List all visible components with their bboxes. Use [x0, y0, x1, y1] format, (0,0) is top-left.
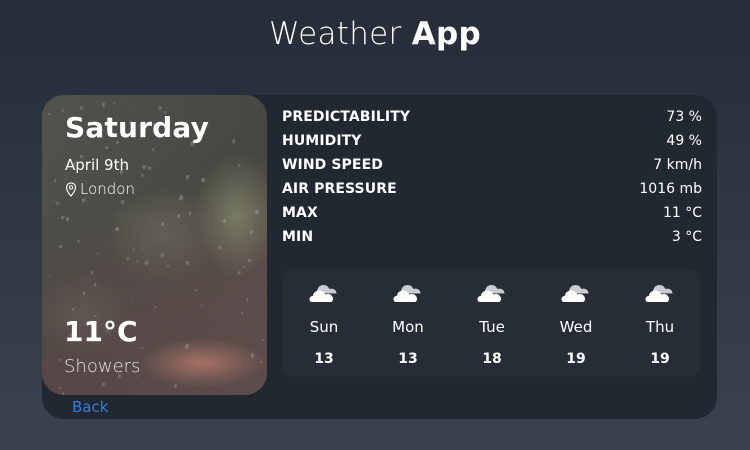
- forecast-day: Wed 19: [534, 269, 618, 377]
- stat-label: WIND SPEED: [282, 157, 383, 173]
- forecast-day: Sun 13: [282, 269, 366, 377]
- location-pin-icon: [65, 181, 77, 197]
- current-temperature: 11°C: [64, 315, 138, 348]
- stat-label: MIN: [282, 229, 314, 245]
- app-title-bold: App: [411, 16, 482, 52]
- stat-value: 3 °C: [671, 229, 702, 245]
- stat-value: 49 %: [666, 133, 702, 149]
- app-title-light: Weather: [268, 16, 402, 52]
- forecast-day-temp: 13: [314, 351, 334, 367]
- forecast-day: Tue 18: [450, 269, 534, 377]
- stat-air-pressure: AIR PRESSURE 1016 mb: [282, 177, 702, 201]
- stat-wind-speed: WIND SPEED 7 km/h: [282, 153, 702, 177]
- current-date: April 9th: [65, 156, 129, 174]
- current-location: London: [65, 180, 135, 198]
- stat-value: 73 %: [666, 109, 702, 125]
- forecast-day-temp: 19: [566, 351, 586, 367]
- stat-max: MAX 11 °C: [282, 201, 702, 225]
- current-day: Saturday: [65, 111, 210, 144]
- forecast-day: Mon 13: [366, 269, 450, 377]
- cloud-icon: [561, 285, 589, 302]
- stat-value: 11 °C: [662, 205, 702, 221]
- forecast-day-name: Tue: [479, 318, 505, 336]
- forecast-panel: Sun 13 Mon 13 Tue 18 Wed 19 Thu 19: [282, 269, 700, 377]
- stat-value: 1016 mb: [639, 181, 702, 197]
- stat-label: HUMIDITY: [282, 133, 362, 149]
- stat-value: 7 km/h: [653, 157, 702, 173]
- cloud-icon: [309, 285, 337, 302]
- forecast-day-temp: 13: [398, 351, 418, 367]
- stat-label: AIR PRESSURE: [282, 181, 397, 197]
- weather-stats: PREDICTABILITY 73 % HUMIDITY 49 % WIND S…: [282, 105, 702, 249]
- cloud-icon: [645, 285, 673, 302]
- forecast-day-temp: 19: [650, 351, 670, 367]
- stat-humidity: HUMIDITY 49 %: [282, 129, 702, 153]
- forecast-day-name: Sun: [309, 318, 339, 336]
- app-title: Weather App: [0, 16, 750, 52]
- cloud-icon: [477, 285, 505, 302]
- current-weather-panel: Saturday April 9th London 11°C Showers: [42, 95, 267, 395]
- stat-predictability: PREDICTABILITY 73 %: [282, 105, 702, 129]
- stat-label: MAX: [282, 205, 318, 221]
- stat-label: PREDICTABILITY: [282, 109, 411, 125]
- back-link[interactable]: Back: [72, 398, 108, 416]
- forecast-day-name: Wed: [559, 318, 593, 336]
- forecast-day: Thu 19: [618, 269, 702, 377]
- forecast-day-name: Mon: [392, 318, 424, 336]
- forecast-day-name: Thu: [645, 318, 675, 336]
- cloud-icon: [393, 285, 421, 302]
- stat-min: MIN 3 °C: [282, 225, 702, 249]
- location-label: London: [80, 180, 135, 198]
- forecast-day-temp: 18: [482, 351, 502, 367]
- current-condition: Showers: [64, 356, 141, 377]
